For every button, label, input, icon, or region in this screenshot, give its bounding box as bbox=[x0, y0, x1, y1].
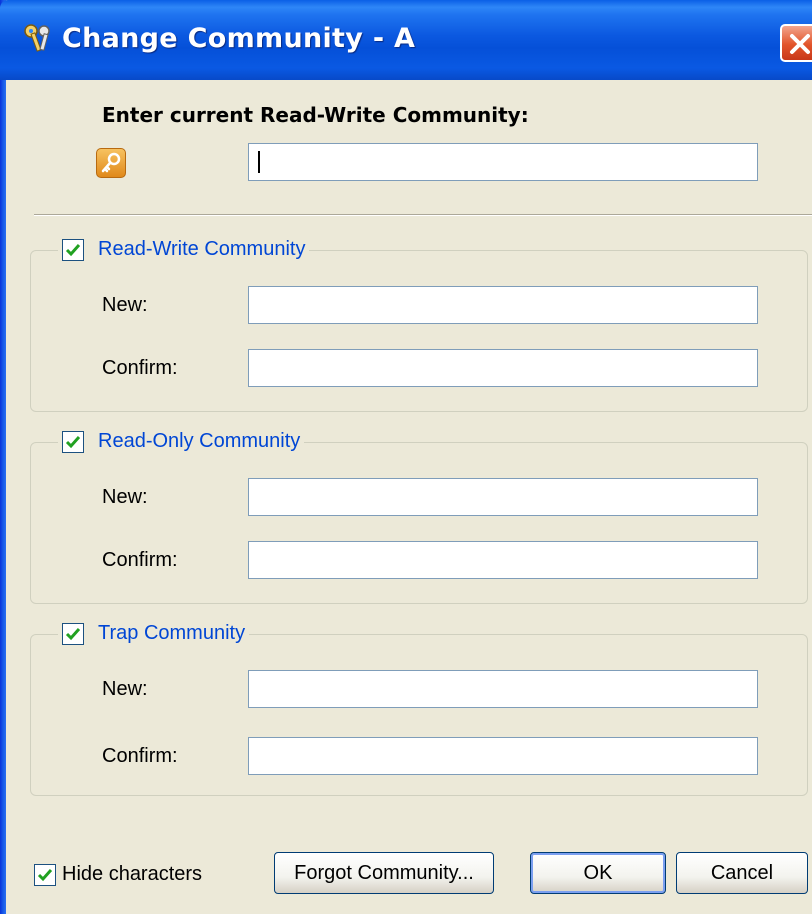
change-community-dialog: Change Community - A Enter current Read-… bbox=[0, 0, 812, 914]
group-read-write-header: Read-Write Community bbox=[58, 238, 310, 261]
cancel-button[interactable]: Cancel bbox=[676, 852, 808, 894]
read-write-new-label: New: bbox=[102, 294, 148, 316]
hide-characters-checkbox[interactable] bbox=[34, 863, 56, 886]
keys-icon bbox=[22, 22, 56, 56]
read-only-confirm-input[interactable] bbox=[248, 541, 758, 579]
group-trap-header: Trap Community bbox=[58, 622, 250, 645]
trap-new-input[interactable] bbox=[248, 670, 758, 708]
key-icon bbox=[96, 148, 126, 178]
separator bbox=[34, 214, 812, 216]
trap-confirm-label: Confirm: bbox=[102, 745, 178, 767]
read-only-new-input[interactable] bbox=[248, 478, 758, 516]
checkmark-icon bbox=[65, 627, 81, 640]
hide-characters-option[interactable]: Hide characters bbox=[34, 863, 202, 886]
read-write-new-input[interactable] bbox=[248, 286, 758, 324]
forgot-community-button[interactable]: Forgot Community... bbox=[274, 852, 494, 894]
read-only-confirm-label: Confirm: bbox=[102, 549, 178, 571]
read-write-group-title: Read-Write Community bbox=[98, 238, 306, 260]
read-write-checkbox[interactable] bbox=[62, 238, 84, 261]
current-community-input[interactable] bbox=[248, 143, 758, 181]
group-read-write bbox=[30, 250, 808, 412]
trap-group-title: Trap Community bbox=[98, 622, 246, 644]
window-title: Change Community - A bbox=[62, 23, 416, 54]
group-read-only bbox=[30, 442, 808, 604]
read-write-confirm-input[interactable] bbox=[248, 349, 758, 387]
read-only-new-label: New: bbox=[102, 486, 148, 508]
read-only-checkbox[interactable] bbox=[62, 430, 84, 453]
group-read-only-header: Read-Only Community bbox=[58, 430, 305, 453]
trap-checkbox[interactable] bbox=[62, 622, 84, 645]
text-caret bbox=[258, 151, 260, 173]
read-only-group-title: Read-Only Community bbox=[98, 430, 301, 452]
title-bar[interactable]: Change Community - A bbox=[0, 0, 812, 80]
checkmark-icon bbox=[65, 243, 81, 256]
close-button[interactable] bbox=[780, 24, 812, 62]
window-left-border bbox=[0, 0, 6, 914]
checkmark-icon bbox=[65, 435, 81, 448]
trap-new-label: New: bbox=[102, 678, 148, 700]
checkmark-icon bbox=[37, 868, 53, 881]
trap-confirm-input[interactable] bbox=[248, 737, 758, 775]
read-write-confirm-label: Confirm: bbox=[102, 357, 178, 379]
current-community-label: Enter current Read-Write Community: bbox=[102, 103, 529, 127]
ok-button[interactable]: OK bbox=[530, 852, 666, 894]
hide-characters-label: Hide characters bbox=[62, 863, 203, 885]
